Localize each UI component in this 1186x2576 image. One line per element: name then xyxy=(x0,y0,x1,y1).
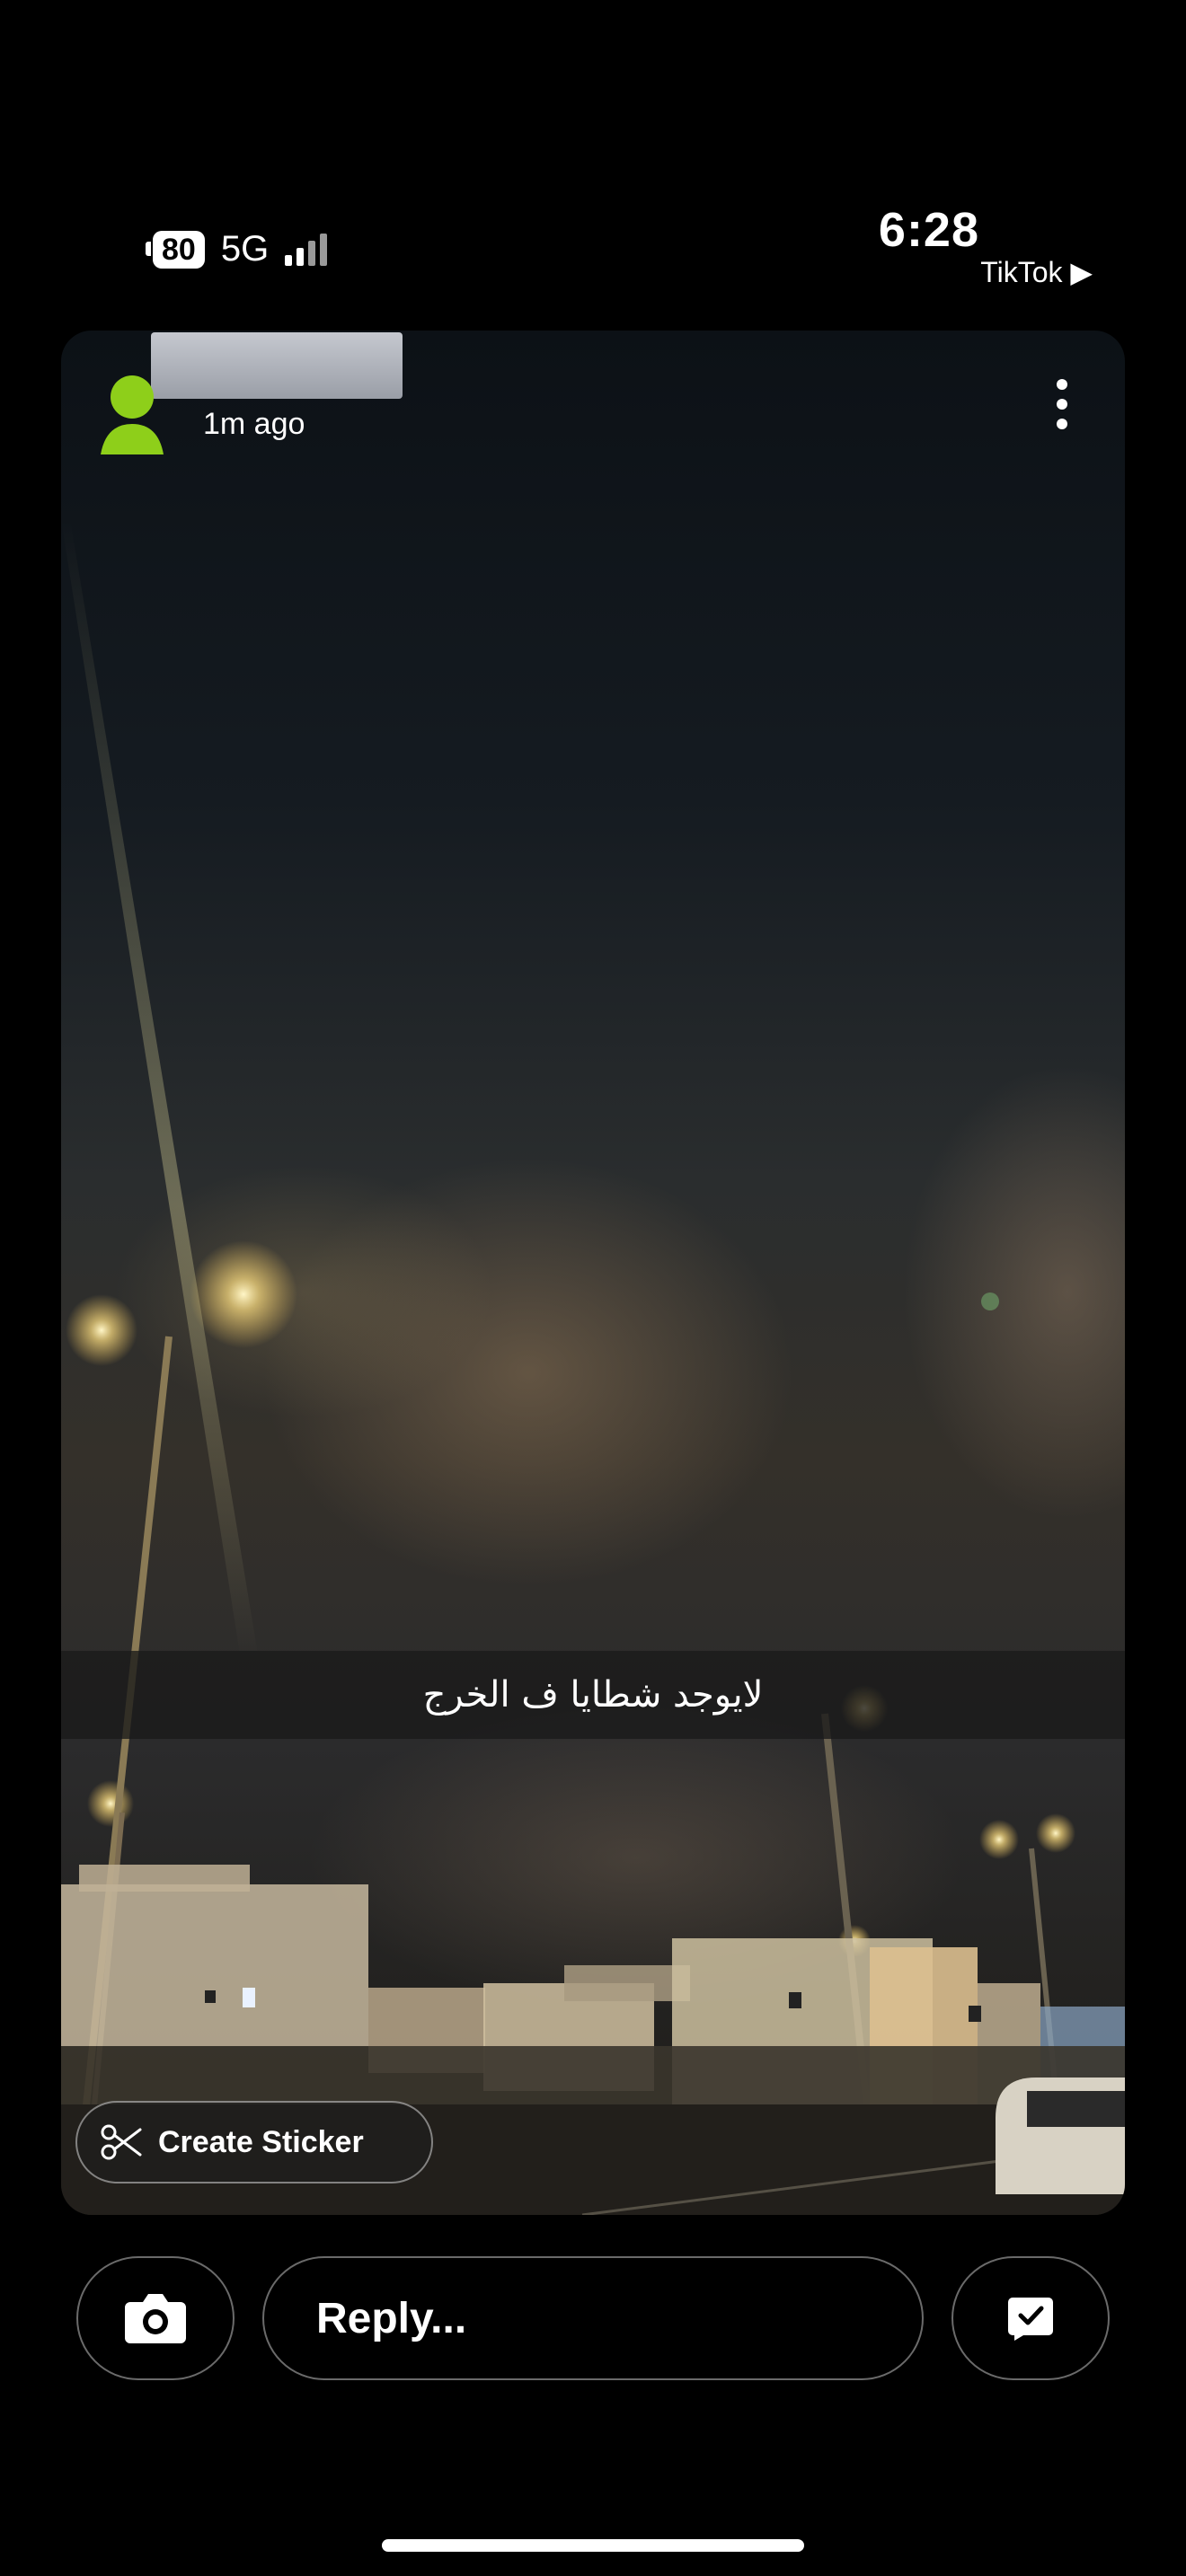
scissors-icon xyxy=(101,2124,142,2160)
status-bar-right: 6:28 xyxy=(879,202,979,258)
chat-check-icon xyxy=(1008,2298,1053,2341)
caption-bar: لايوجد شطايا ف الخرج xyxy=(61,1651,1125,1739)
camera-icon xyxy=(125,2294,186,2343)
post-time: 1m ago xyxy=(203,407,305,441)
caption-text: لايوجد شطايا ف الخرج xyxy=(422,1674,764,1716)
home-indicator[interactable] xyxy=(382,2539,804,2552)
chat-button[interactable] xyxy=(951,2256,1110,2380)
story-image xyxy=(61,519,1125,2215)
back-to-app-link[interactable]: TikTok ▶ xyxy=(980,255,1093,289)
story-viewer[interactable]: 1m ago لايوجد شطايا ف الخرج Create Stick… xyxy=(61,331,1125,2215)
network-type: 5G xyxy=(220,229,270,269)
camera-button[interactable] xyxy=(76,2256,235,2380)
more-vertical-icon[interactable] xyxy=(1057,379,1067,429)
clock: 6:28 xyxy=(878,203,979,257)
reply-input[interactable]: Reply... xyxy=(262,2256,924,2380)
status-bar-left: 80 5G xyxy=(146,229,328,269)
username-redaction xyxy=(151,332,403,399)
bitmoji-avatar-icon[interactable] xyxy=(101,372,164,454)
battery-indicator: 80 xyxy=(146,230,205,269)
create-sticker-label: Create Sticker xyxy=(158,2124,364,2159)
signal-icon xyxy=(285,233,328,266)
create-sticker-button[interactable]: Create Sticker xyxy=(75,2101,433,2183)
